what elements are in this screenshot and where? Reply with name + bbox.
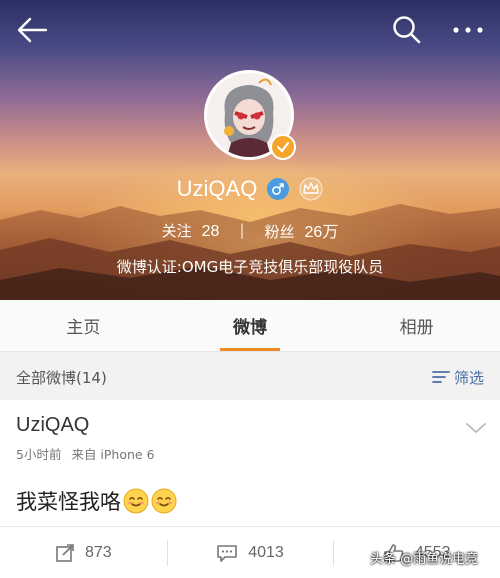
smile-emoji-icon [123, 488, 149, 514]
following-count: 28 [201, 222, 220, 240]
tab-album[interactable]: 相册 [333, 300, 500, 351]
posts-filter-bar: 全部微博(14) 筛选 [0, 356, 500, 398]
more-button[interactable] [448, 14, 488, 48]
profile-username: UziQAQ [176, 176, 258, 201]
tab-home[interactable]: 主页 [0, 300, 167, 351]
comment-count: 4013 [248, 544, 284, 561]
follow-stats: 关注 28 | 粉丝 26万 [0, 218, 500, 242]
all-posts-count: 全部微博(14) [16, 368, 107, 387]
post-options-button[interactable] [464, 418, 488, 438]
post-content: 我菜怪我咯 [16, 486, 177, 516]
following-stat[interactable]: 关注 28 [162, 220, 220, 241]
post-text: 我菜怪我咯 [16, 490, 121, 514]
following-label: 关注 [161, 221, 192, 240]
post-source: 来自 iPhone 6 [71, 447, 155, 462]
filter-button[interactable]: 筛选 [432, 367, 484, 388]
more-dots-icon [453, 27, 483, 33]
search-button[interactable] [392, 14, 422, 48]
male-icon [267, 178, 290, 200]
profile-header-background: UziQAQ 关注 28 | 粉丝 26万 微博认证:OMG电子竞技俱乐部现役队… [0, 0, 500, 300]
repost-count: 873 [84, 544, 112, 561]
post-author[interactable]: UziQAQ [16, 414, 89, 437]
profile-page: UziQAQ 关注 28 | 粉丝 26万 微博认证:OMG电子竞技俱乐部现役队… [0, 0, 500, 578]
followers-stat[interactable]: 粉丝 26万 [265, 218, 339, 242]
back-button[interactable] [14, 14, 54, 50]
tab-weibo[interactable]: 微博 [167, 300, 334, 351]
watermark: 头条 @雨鱼说电竞 [370, 552, 479, 567]
post-meta: 5小时前 来自 iPhone 6 [16, 444, 155, 463]
followers-label: 粉丝 [264, 223, 295, 241]
post-time: 5小时前 [16, 447, 62, 462]
filter-icon [432, 371, 450, 383]
avatar[interactable] [204, 70, 300, 166]
filter-label: 筛选 [453, 368, 484, 387]
comment-button[interactable]: 4013 [166, 536, 334, 570]
comment-icon [217, 545, 238, 562]
chevron-down-icon [466, 423, 486, 434]
crown-icon[interactable] [299, 177, 323, 201]
repost-button[interactable]: 873 [0, 536, 167, 570]
smile-emoji-icon [151, 488, 177, 514]
post-divider [0, 526, 500, 527]
followers-count: 26万 [304, 224, 339, 241]
profile-tabs: 主页 微博 相册 [0, 300, 500, 352]
repost-icon [56, 544, 74, 562]
verified-badge-icon [270, 134, 296, 160]
back-arrow-icon [17, 17, 48, 43]
search-icon [393, 16, 421, 44]
username-row: UziQAQ [0, 176, 500, 202]
verification-text: 微博认证:OMG电子竞技俱乐部现役队员 [116, 258, 384, 276]
stats-divider: | [239, 221, 245, 239]
